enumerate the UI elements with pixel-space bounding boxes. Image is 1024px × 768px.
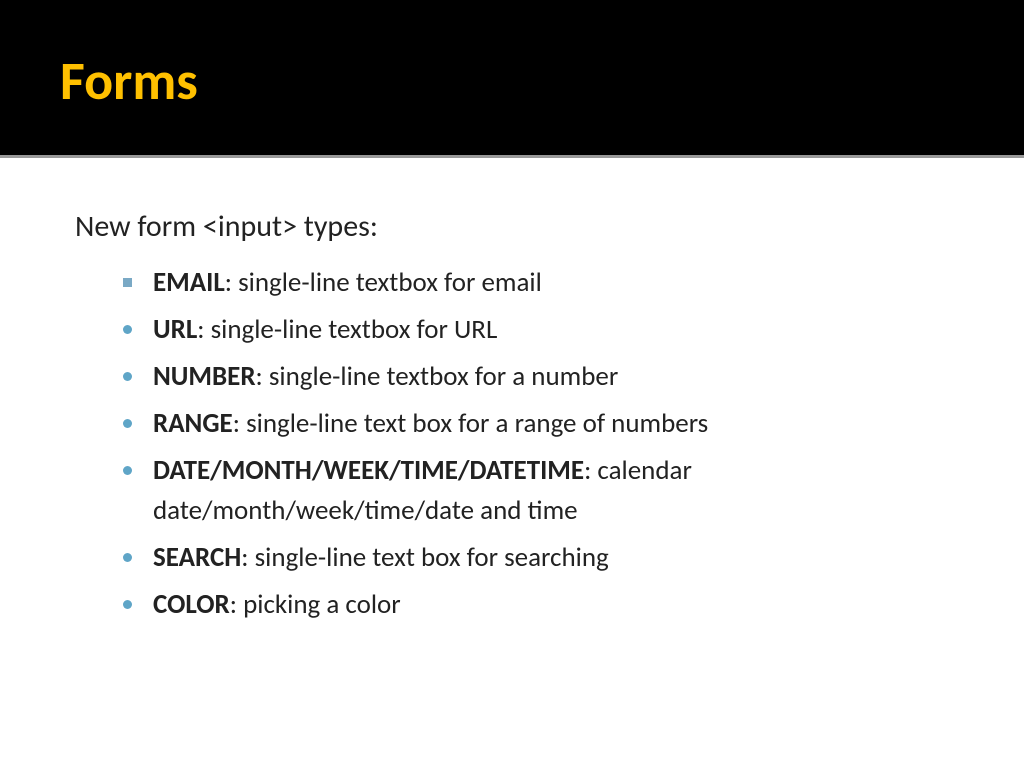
desc: : picking a color xyxy=(230,588,401,621)
term: SEARCH xyxy=(153,541,241,574)
desc: : single-line text box for searching xyxy=(241,541,608,574)
list-item: SEARCH: single-line text box for searchi… xyxy=(123,538,954,578)
type-list: EMAIL: single-line textbox for email URL… xyxy=(75,263,954,625)
desc: : single-line text box for a range of nu… xyxy=(233,407,709,440)
term: URL xyxy=(153,313,197,346)
list-item: URL: single-line textbox for URL xyxy=(123,310,954,350)
slide-header: Forms xyxy=(0,0,1024,158)
list-item: NUMBER: single-line textbox for a number xyxy=(123,357,954,397)
slide-content: New form <input> types: EMAIL: single-li… xyxy=(0,158,1024,625)
list-item: RANGE: single-line text box for a range … xyxy=(123,404,954,444)
slide-title: Forms xyxy=(60,48,964,114)
term: DATE/MONTH/WEEK/TIME/DATETIME xyxy=(153,454,584,487)
desc: : single-line textbox for a number xyxy=(256,360,619,393)
desc: : single-line textbox for URL xyxy=(197,313,497,346)
term: EMAIL xyxy=(153,266,225,299)
list-item: COLOR: picking a color xyxy=(123,585,954,625)
term: NUMBER xyxy=(153,360,256,393)
list-item: DATE/MONTH/WEEK/TIME/DATETIME: calendar … xyxy=(123,451,954,531)
desc: : single-line textbox for email xyxy=(225,266,542,299)
list-item: EMAIL: single-line textbox for email xyxy=(123,263,954,303)
term: COLOR xyxy=(153,588,230,621)
term: RANGE xyxy=(153,407,233,440)
intro-text: New form <input> types: xyxy=(75,208,954,245)
